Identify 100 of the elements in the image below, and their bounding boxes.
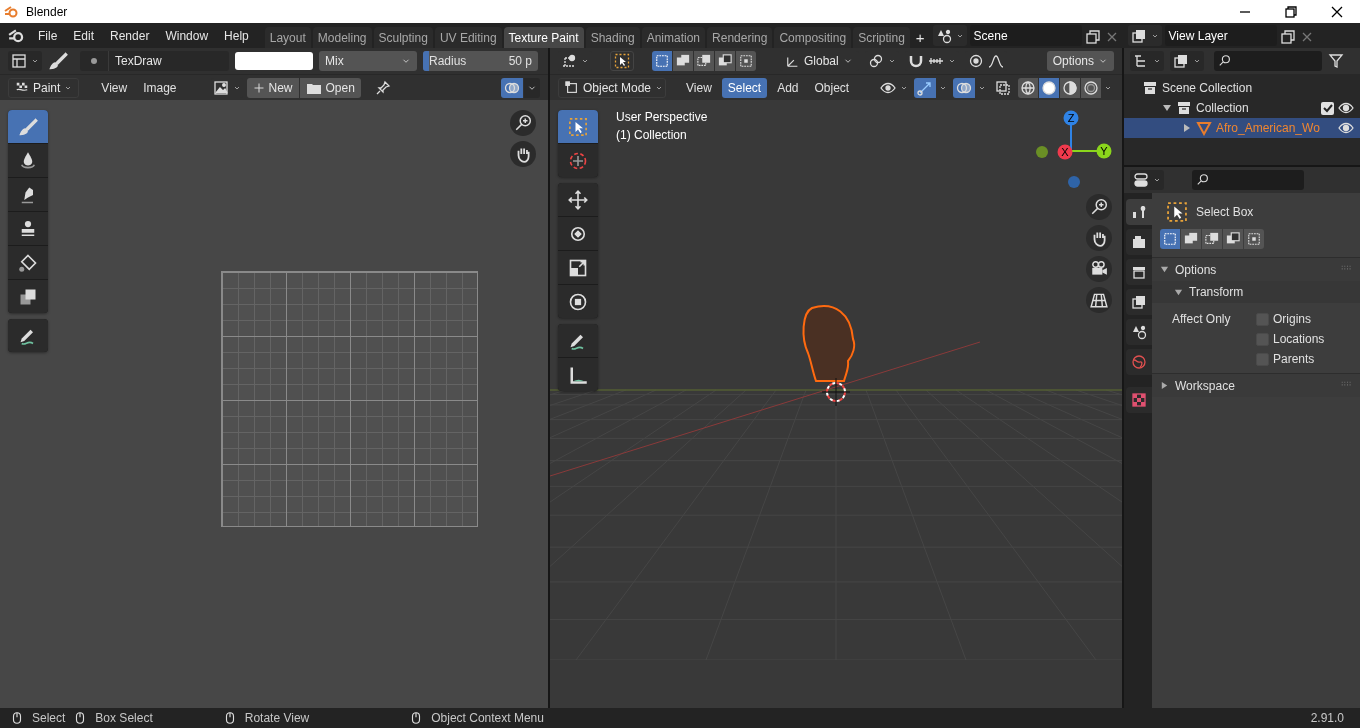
workspace-tab[interactable]: Compositing bbox=[774, 27, 852, 48]
falloff-icon[interactable] bbox=[987, 53, 1004, 69]
outliner-row[interactable]: Collection bbox=[1124, 98, 1360, 118]
view-layer-field[interactable]: View Layer bbox=[1164, 25, 1277, 46]
view-layer-icon[interactable] bbox=[1130, 27, 1147, 44]
camera-icon[interactable] bbox=[1090, 260, 1108, 278]
grid-icon[interactable] bbox=[1090, 291, 1108, 309]
search-field[interactable] bbox=[1192, 170, 1304, 190]
outliner-item-label[interactable]: Collection bbox=[1196, 101, 1249, 115]
workspace-tab[interactable]: Layout bbox=[264, 27, 311, 48]
tool-button[interactable] bbox=[8, 280, 48, 313]
properties-tab[interactable] bbox=[1126, 199, 1152, 225]
checkbox[interactable] bbox=[1321, 101, 1334, 115]
duplicate-icon[interactable] bbox=[1084, 28, 1101, 45]
filter-icon[interactable] bbox=[1328, 53, 1344, 69]
tool-button[interactable] bbox=[8, 319, 48, 352]
select-mode-button[interactable] bbox=[1244, 229, 1264, 249]
workspace-tab[interactable]: Texture Paint bbox=[503, 27, 584, 48]
brush-icon[interactable] bbox=[48, 51, 68, 71]
color-swatch[interactable] bbox=[235, 52, 313, 70]
tool-button[interactable] bbox=[8, 212, 48, 245]
shading-button[interactable] bbox=[1039, 77, 1059, 98]
workspace-tab[interactable]: Animation bbox=[641, 27, 706, 48]
properties-tab[interactable] bbox=[1126, 229, 1152, 255]
collapsed-arrow-icon[interactable] bbox=[1182, 123, 1192, 133]
expanded-arrow-icon[interactable] bbox=[1162, 103, 1172, 113]
properties-tab[interactable] bbox=[1126, 319, 1152, 345]
tool-button[interactable] bbox=[558, 285, 598, 318]
tool-button[interactable] bbox=[8, 144, 48, 177]
menu-item[interactable]: Window bbox=[159, 24, 215, 47]
menu-item[interactable]: Render bbox=[104, 24, 156, 47]
magnet-icon[interactable] bbox=[907, 53, 924, 69]
select-mode-button[interactable] bbox=[736, 51, 756, 71]
workspace-tab[interactable]: Modeling bbox=[312, 27, 372, 48]
tool-button[interactable] bbox=[8, 246, 48, 279]
select-mode-button[interactable] bbox=[1223, 229, 1243, 249]
tool-button[interactable] bbox=[558, 217, 598, 250]
x-ray-icon[interactable] bbox=[995, 79, 1011, 96]
proportional-icon[interactable] bbox=[967, 53, 984, 69]
tool-button[interactable] bbox=[558, 324, 598, 357]
gizmo-icon[interactable] bbox=[917, 79, 933, 96]
pin-icon[interactable] bbox=[374, 79, 391, 96]
workspace-tab[interactable]: Scripting bbox=[853, 27, 910, 48]
select-box-icon[interactable] bbox=[614, 53, 630, 69]
editor-type-icon[interactable] bbox=[11, 53, 27, 69]
open-button[interactable]: Open bbox=[299, 77, 361, 98]
checkbox-label[interactable]: Parents bbox=[1273, 352, 1315, 366]
eye-icon[interactable] bbox=[1338, 100, 1354, 116]
menu-item[interactable]: View bbox=[95, 80, 134, 95]
checkbox-label[interactable]: Locations bbox=[1273, 332, 1325, 346]
search-field[interactable] bbox=[1214, 51, 1322, 71]
tool-button[interactable] bbox=[558, 183, 598, 216]
select-mode-button[interactable] bbox=[1181, 229, 1201, 249]
zoom-icon[interactable] bbox=[514, 114, 532, 132]
select-mode-button[interactable] bbox=[715, 51, 735, 71]
panel-title[interactable]: Workspace bbox=[1175, 378, 1235, 393]
properties-tab[interactable] bbox=[1126, 289, 1152, 315]
tool-button[interactable] bbox=[8, 178, 48, 211]
menu-item[interactable]: File bbox=[32, 24, 64, 47]
panel-title[interactable]: Options bbox=[1175, 262, 1217, 277]
radius-slider[interactable]: Radius 50 p bbox=[423, 51, 538, 71]
mode-dropdown[interactable]: Paint bbox=[8, 77, 80, 98]
maximize-icon[interactable] bbox=[1283, 3, 1299, 20]
editor-type-icon[interactable] bbox=[1133, 172, 1149, 188]
select-mode-button[interactable] bbox=[673, 51, 693, 71]
brush-name-field[interactable]: TexDraw bbox=[108, 51, 229, 71]
select-mode-button[interactable] bbox=[1202, 229, 1222, 249]
menu-item[interactable]: Help bbox=[218, 24, 255, 47]
axis-dot[interactable] bbox=[1068, 176, 1080, 188]
workspace-tab[interactable]: Shading bbox=[585, 27, 640, 48]
collapsed-arrow-icon[interactable] bbox=[1160, 381, 1169, 390]
menu-item[interactable]: Image bbox=[137, 80, 183, 95]
new-button[interactable]: New bbox=[246, 77, 299, 98]
mode-dropdown[interactable]: Object Mode bbox=[558, 77, 666, 98]
menu-item[interactable]: Select bbox=[721, 77, 768, 98]
eye-icon[interactable] bbox=[1338, 120, 1354, 136]
menu-item[interactable]: Edit bbox=[67, 24, 101, 47]
select-mode-button[interactable] bbox=[694, 51, 714, 71]
filter-view-icon[interactable] bbox=[1173, 53, 1189, 69]
menu-item[interactable]: Object bbox=[808, 77, 856, 98]
shading-button[interactable] bbox=[1060, 77, 1080, 98]
checkbox-label[interactable]: Origins bbox=[1273, 312, 1311, 326]
menu-item[interactable]: Add bbox=[771, 77, 805, 98]
scene-field[interactable]: Scene bbox=[969, 25, 1082, 46]
axis-dot[interactable] bbox=[1036, 146, 1048, 158]
scene-icon[interactable] bbox=[935, 27, 952, 44]
subpanel-title[interactable]: Transform bbox=[1189, 285, 1244, 299]
workspace-tab[interactable]: Sculpting bbox=[373, 27, 433, 48]
zoom-icon[interactable] bbox=[1090, 198, 1108, 216]
blend-mode-dropdown[interactable]: Mix bbox=[319, 51, 417, 71]
transform-orientation-icon[interactable] bbox=[561, 53, 577, 69]
x-axis-handle[interactable]: X bbox=[1057, 144, 1073, 160]
shading-button[interactable] bbox=[1081, 77, 1101, 98]
expanded-arrow-icon[interactable] bbox=[1160, 265, 1169, 274]
image-icon[interactable] bbox=[212, 79, 229, 96]
tool-button[interactable] bbox=[558, 358, 598, 391]
properties-tab[interactable] bbox=[1126, 259, 1152, 285]
tool-button[interactable] bbox=[558, 251, 598, 284]
duplicate-icon[interactable] bbox=[1279, 28, 1296, 45]
pivot-icon[interactable] bbox=[867, 53, 884, 69]
